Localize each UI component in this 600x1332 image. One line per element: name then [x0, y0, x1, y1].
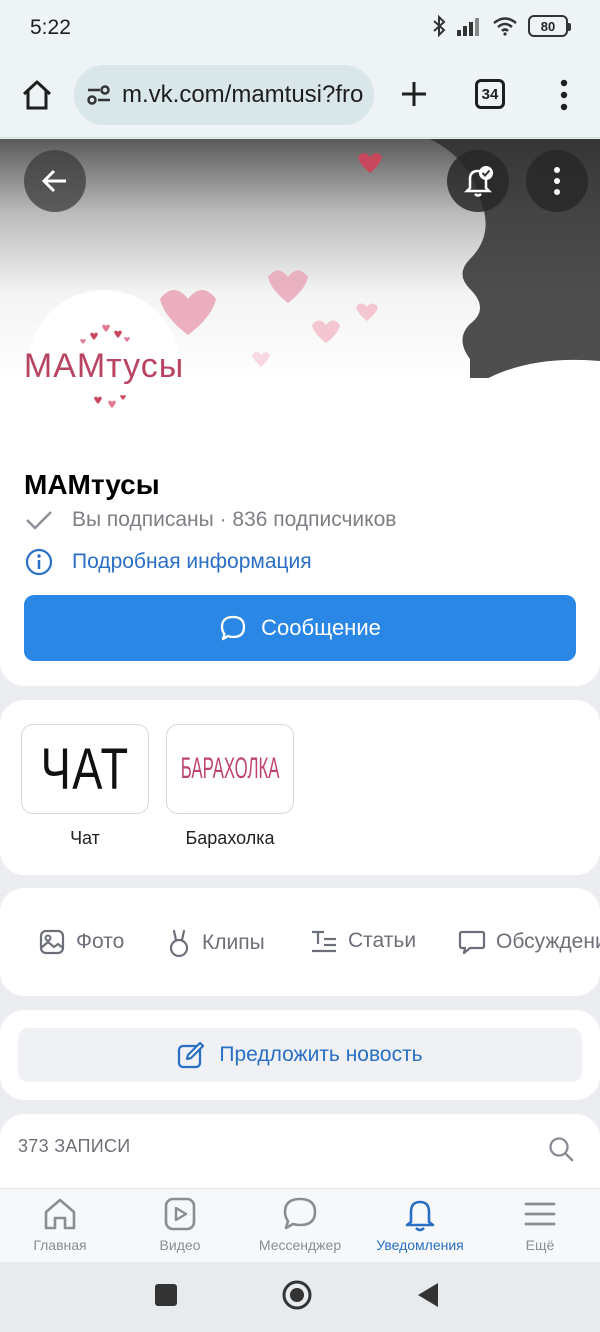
tab-clips[interactable]: Клипы: [166, 928, 265, 958]
link-flea-market-thumb-text: БАРАХОЛКА: [180, 752, 280, 785]
back-button[interactable]: [24, 150, 86, 212]
bottom-navigation: Главная Видео Мессенджер Уведомления Ещё: [0, 1188, 600, 1262]
search-icon[interactable]: [548, 1136, 574, 1162]
messenger-icon: [283, 1197, 317, 1230]
home-icon: [44, 1198, 76, 1230]
articles-icon: [312, 930, 336, 953]
signal-icon: [457, 18, 479, 36]
suggest-news-label: Предложить новость: [219, 1043, 423, 1066]
suggest-news-button[interactable]: Предложить новость: [18, 1028, 582, 1082]
new-tab-icon[interactable]: [398, 78, 430, 110]
tab-articles[interactable]: Статьи: [310, 928, 416, 954]
subscription-status[interactable]: Вы подписаны · 836 подписчиков: [24, 508, 396, 532]
tab-discussions[interactable]: Обсуждения: [458, 928, 600, 956]
nav-more-label: Ещё: [525, 1237, 555, 1253]
bell-icon: [405, 1200, 435, 1232]
subscription-text: Вы подписаны · 836 подписчиков: [72, 508, 397, 531]
link-chat-label: Чат: [70, 828, 100, 848]
group-name: МАМтусы: [24, 469, 160, 500]
info-icon: [25, 548, 53, 576]
link-flea-market-thumbnail: БАРАХОЛКА: [166, 724, 294, 814]
posts-header: 373 ЗАПИСИ: [0, 1114, 600, 1194]
nav-messenger[interactable]: Мессенджер: [240, 1195, 360, 1253]
avatar[interactable]: МАМтусы: [24, 290, 183, 442]
menu-icon: [524, 1202, 556, 1226]
tab-discussions-label: Обсуждения: [496, 930, 600, 953]
checkmark-icon: [26, 511, 52, 530]
details-link-text: Подробная информация: [72, 550, 312, 573]
bluetooth-icon: [433, 15, 446, 37]
nav-notifications-label: Уведомления: [376, 1237, 464, 1253]
nav-more[interactable]: Ещё: [480, 1195, 600, 1253]
group-links-card: ЧАТ Чат БАРАХОЛКА Барахолка: [0, 700, 600, 875]
video-icon: [164, 1197, 196, 1231]
details-link[interactable]: Подробная информация: [24, 547, 312, 577]
recents-icon[interactable]: [154, 1283, 178, 1307]
status-icons: 80: [432, 15, 571, 37]
suggest-news-card: Предложить новость: [0, 1010, 600, 1100]
link-chat-thumbnail: ЧАТ: [21, 724, 149, 814]
home-icon[interactable]: [20, 78, 54, 112]
tabs-button[interactable]: 34: [475, 79, 505, 109]
bell-check-icon: [463, 166, 493, 197]
url-bar[interactable]: m.vk.com/mamtusi?fro: [74, 65, 374, 125]
avatar-logo-text: МАМтусы: [23, 346, 185, 385]
system-navigation: [0, 1262, 600, 1332]
back-triangle-icon[interactable]: [416, 1281, 440, 1309]
notification-subscribe-button[interactable]: [447, 150, 509, 212]
wifi-icon: [493, 17, 517, 36]
nav-video-label: Видео: [159, 1237, 201, 1253]
nav-notifications[interactable]: Уведомления: [360, 1195, 480, 1253]
clips-icon: [169, 929, 189, 958]
home-circle-icon[interactable]: [281, 1279, 313, 1311]
browser-toolbar: m.vk.com/mamtusi?fro 34: [0, 56, 600, 138]
link-flea-market[interactable]: БАРАХОЛКА Барахолка: [166, 724, 294, 849]
group-menu-button[interactable]: [526, 150, 588, 212]
battery-indicator: 80: [528, 15, 571, 37]
status-time: 5:22: [30, 16, 71, 39]
tab-photos-label: Фото: [76, 930, 125, 953]
posts-count: 373 ЗАПИСИ: [18, 1136, 131, 1156]
status-bar: 5:22 80: [0, 0, 600, 56]
nav-home-label: Главная: [33, 1237, 87, 1253]
message-button[interactable]: Сообщение: [24, 595, 576, 661]
nav-messenger-label: Мессенджер: [258, 1237, 342, 1253]
browser-menu-icon[interactable]: [554, 78, 574, 112]
site-settings-icon[interactable]: [86, 84, 112, 106]
arrow-left-icon: [41, 169, 66, 193]
more-vertical-icon: [554, 167, 560, 195]
discussions-icon: [458, 930, 486, 955]
tab-photos[interactable]: Фото: [38, 928, 124, 956]
chat-bubble-icon: [220, 615, 246, 641]
sections-tabs: Фото Клипы Статьи Обсуждения: [0, 888, 600, 996]
edit-icon: [178, 1041, 205, 1069]
nav-home[interactable]: Главная: [0, 1195, 120, 1253]
link-chat[interactable]: ЧАТ Чат: [21, 724, 149, 849]
tab-articles-label: Статьи: [348, 929, 417, 952]
url-text[interactable]: m.vk.com/mamtusi?fro: [122, 81, 363, 109]
message-button-label: Сообщение: [261, 615, 381, 640]
photo-icon: [39, 929, 65, 955]
nav-video[interactable]: Видео: [120, 1195, 240, 1253]
link-chat-thumb-text: ЧАТ: [40, 736, 130, 802]
link-flea-market-label: Барахолка: [185, 828, 275, 848]
tab-clips-label: Клипы: [202, 931, 265, 954]
